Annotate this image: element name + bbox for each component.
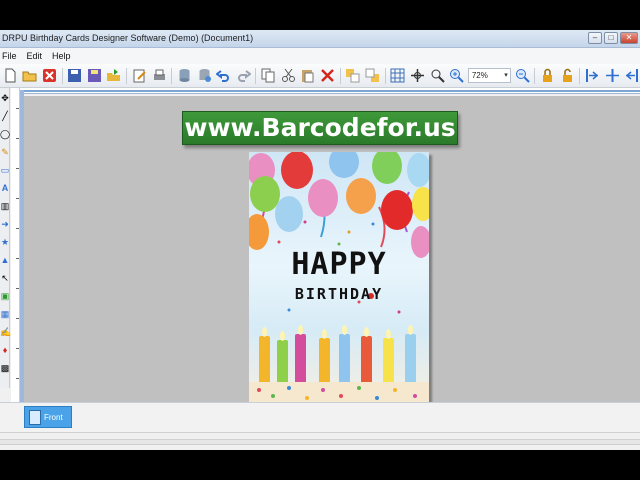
cursor-tool-icon[interactable]: ↖ xyxy=(0,272,10,284)
delete-icon[interactable] xyxy=(319,67,336,84)
rectangle-tool-icon[interactable]: ▭ xyxy=(0,164,10,176)
open-folder-icon[interactable] xyxy=(22,67,39,84)
close-document-icon[interactable] xyxy=(41,67,58,84)
window-controls: – □ ✕ xyxy=(588,32,638,44)
toolbar-separator xyxy=(339,67,341,84)
align-center-icon[interactable] xyxy=(604,67,621,84)
title-bar: DRPU Birthday Cards Designer Software (D… xyxy=(0,30,640,48)
lock-icon[interactable] xyxy=(539,67,556,84)
align-left-icon[interactable] xyxy=(584,67,601,84)
move-icon[interactable] xyxy=(409,67,426,84)
print-icon[interactable] xyxy=(151,67,168,84)
birthday-card[interactable]: HAPPY BIRTHDAY xyxy=(249,152,429,407)
watermark-banner: www.Barcodefor.us xyxy=(182,111,458,145)
line-tool-icon[interactable]: ╱ xyxy=(0,110,10,122)
triangle-tool-icon[interactable]: ▲ xyxy=(0,254,10,266)
toolbar-separator xyxy=(171,67,173,84)
close-button[interactable]: ✕ xyxy=(620,32,638,44)
zoom-in-icon[interactable] xyxy=(448,67,465,84)
copy-icon[interactable] xyxy=(260,67,277,84)
export-icon[interactable] xyxy=(106,67,123,84)
cut-icon[interactable] xyxy=(280,67,297,84)
vertical-ruler xyxy=(11,88,20,406)
card-subheading[interactable]: BIRTHDAY xyxy=(249,285,429,303)
minimize-button[interactable]: – xyxy=(588,32,602,44)
arrow-tool-icon[interactable]: ➜ xyxy=(0,218,10,230)
ellipse-tool-icon[interactable]: ◯ xyxy=(0,128,10,140)
toolbar-separator xyxy=(126,67,128,84)
horizontal-scrollbar[interactable] xyxy=(0,439,640,445)
page-icon xyxy=(29,409,41,425)
toolbar-separator xyxy=(61,67,63,84)
main-toolbar: 72% ▾ xyxy=(0,64,640,88)
page-tab-label: Front xyxy=(44,412,63,422)
toolbar-separator xyxy=(255,67,257,84)
zoom-level-select[interactable]: 72% ▾ xyxy=(467,68,511,83)
zoom-out-icon[interactable] xyxy=(514,67,531,84)
menu-help[interactable]: Help xyxy=(50,51,79,61)
ruler-band xyxy=(20,90,640,92)
card-heading[interactable]: HAPPY xyxy=(249,247,429,282)
undo-icon[interactable] xyxy=(215,67,232,84)
paste-icon[interactable] xyxy=(300,67,317,84)
chevron-down-icon: ▾ xyxy=(504,72,508,79)
drawing-tools-bar: ✥ ╱ ◯ ✎ ▭ A ▥ ➜ ★ ▲ ↖ ▣ ▦ ✍ ♦ ▩ xyxy=(0,88,11,388)
toolbar-separator xyxy=(534,67,536,84)
menu-edit[interactable]: Edit xyxy=(25,51,51,61)
bring-forward-icon[interactable] xyxy=(345,67,362,84)
symbol-tool-icon[interactable]: ♦ xyxy=(0,344,10,356)
barcode-tool-icon[interactable]: ▥ xyxy=(0,200,10,212)
database-icon[interactable] xyxy=(176,67,193,84)
maximize-button[interactable]: □ xyxy=(604,32,618,44)
fit-to-window-icon[interactable] xyxy=(429,67,446,84)
horizontal-ruler xyxy=(20,88,640,94)
menu-file[interactable]: File xyxy=(0,51,25,61)
page-tabs-area xyxy=(0,402,640,432)
save-icon[interactable] xyxy=(67,67,84,84)
pencil-tool-icon[interactable]: ✎ xyxy=(0,146,10,158)
menu-bar: File Edit Help xyxy=(0,48,640,64)
new-document-icon[interactable] xyxy=(2,67,19,84)
image-tool-icon[interactable]: ▣ xyxy=(0,290,10,302)
align-right-icon[interactable] xyxy=(623,67,640,84)
window-title: DRPU Birthday Cards Designer Software (D… xyxy=(2,33,254,43)
zoom-level-value: 72% xyxy=(471,71,488,80)
page-tab-front[interactable]: Front xyxy=(24,406,72,428)
pattern-tool-icon[interactable]: ▩ xyxy=(0,362,10,374)
status-bar xyxy=(0,432,640,450)
move-tool-icon[interactable]: ✥ xyxy=(0,92,10,104)
toolbar-separator xyxy=(579,67,581,84)
toolbar-separator xyxy=(384,67,386,84)
grid-icon[interactable] xyxy=(390,67,407,84)
picture-tool-icon[interactable]: ▦ xyxy=(0,308,10,320)
signature-tool-icon[interactable]: ✍ xyxy=(0,326,11,338)
database-settings-icon[interactable] xyxy=(196,67,213,84)
send-backward-icon[interactable] xyxy=(364,67,381,84)
star-tool-icon[interactable]: ★ xyxy=(0,236,10,248)
unlock-icon[interactable] xyxy=(559,67,576,84)
redo-icon[interactable] xyxy=(235,67,252,84)
save-as-icon[interactable] xyxy=(86,67,103,84)
edit-page-icon[interactable] xyxy=(131,67,148,84)
text-tool-icon[interactable]: A xyxy=(0,182,10,194)
app-window: DRPU Birthday Cards Designer Software (D… xyxy=(0,30,640,450)
